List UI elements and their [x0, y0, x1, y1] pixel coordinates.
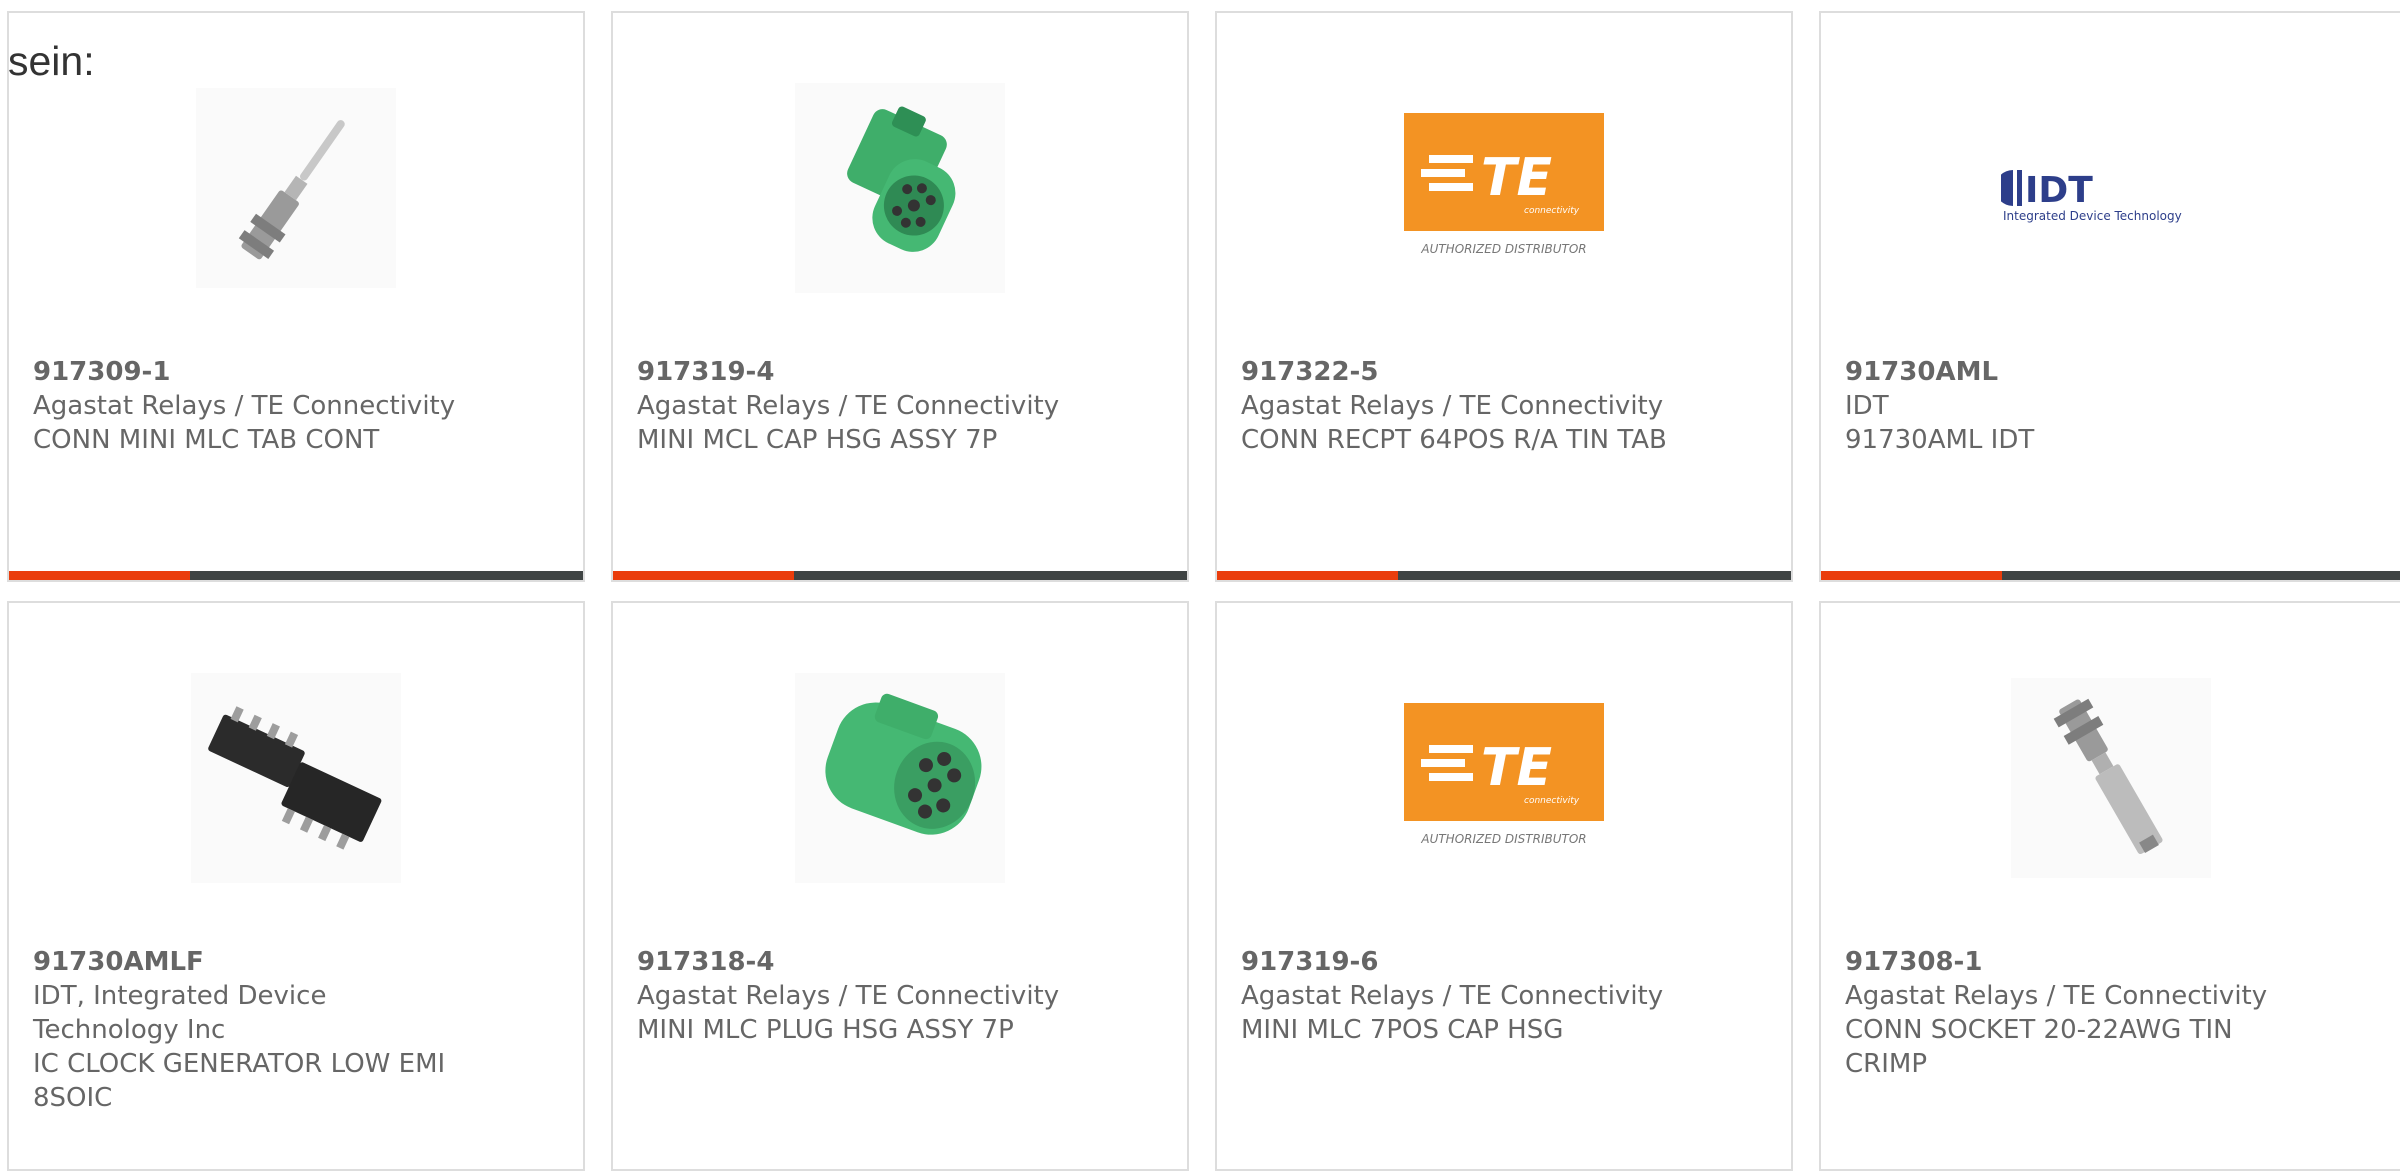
svg-text:AUTHORIZED DISTRIBUTOR: AUTHORIZED DISTRIBUTOR [1420, 242, 1586, 256]
part-number[interactable]: 917309-1 [33, 355, 563, 389]
manufacturer: Agastat Relays / TE Connectivity [637, 981, 1060, 1011]
soic-chip-icon [191, 673, 401, 883]
product-text: 91730AML IDT 91730AML IDT [1845, 355, 2380, 457]
part-number[interactable]: 917308-1 [1845, 945, 2380, 979]
green-connector-cap-icon [795, 83, 1005, 293]
description: MINI MLC PLUG HSG ASSY 7P [637, 1015, 1014, 1045]
product-text: 91730AMLF IDT, Integrated Device Technol… [33, 945, 563, 1115]
description: CONN RECPT 64POS R/A TIN TAB [1241, 425, 1667, 455]
svg-text:connectivity: connectivity [1524, 796, 1580, 806]
product-text: 917308-1 Agastat Relays / TE Connectivit… [1845, 945, 2380, 1081]
product-image[interactable] [613, 673, 1187, 883]
svg-text:TE: TE [1481, 738, 1552, 798]
description: IC CLOCK GENERATOR LOW EMI 8SOIC [33, 1049, 446, 1113]
description: CONN SOCKET 20-22AWG TIN CRIMP [1845, 1015, 2233, 1079]
product-text: 917319-6 Agastat Relays / TE Connectivit… [1241, 945, 1771, 1047]
manufacturer: IDT, Integrated Device Technology Inc [33, 981, 327, 1045]
description: MINI MLC 7POS CAP HSG [1241, 1015, 1564, 1045]
product-text: 917319-4 Agastat Relays / TE Connectivit… [637, 355, 1167, 457]
product-card[interactable]: 917309-1 Agastat Relays / TE Connectivit… [7, 11, 585, 582]
product-image[interactable] [9, 673, 583, 883]
product-card[interactable]: IDT Integrated Device Technology 91730AM… [1819, 11, 2400, 582]
intro-text: sein: [8, 38, 95, 84]
green-connector-plug-icon [795, 673, 1005, 883]
product-card[interactable]: 91730AMLF IDT, Integrated Device Technol… [7, 601, 585, 1171]
te-logo-icon: TE connectivity AUTHORIZED DISTRIBUTOR [1404, 113, 1604, 256]
card-accent-bar [1217, 571, 1791, 580]
product-image[interactable]: IDT Integrated Device Technology [1821, 83, 2400, 293]
part-number[interactable]: 917319-6 [1241, 945, 1771, 979]
product-text: 917309-1 Agastat Relays / TE Connectivit… [33, 355, 563, 457]
product-card[interactable]: TE connectivity AUTHORIZED DISTRIBUTOR 9… [1215, 601, 1793, 1171]
product-text: 917318-4 Agastat Relays / TE Connectivit… [637, 945, 1167, 1047]
manufacturer: Agastat Relays / TE Connectivity [1241, 981, 1664, 1011]
svg-text:connectivity: connectivity [1524, 206, 1580, 216]
product-grid: 917309-1 Agastat Relays / TE Connectivit… [0, 0, 2400, 1171]
product-text: 917322-5 Agastat Relays / TE Connectivit… [1241, 355, 1771, 457]
idt-logo-icon: IDT Integrated Device Technology [2000, 170, 2182, 223]
manufacturer: Agastat Relays / TE Connectivity [33, 391, 456, 421]
product-image[interactable] [613, 83, 1187, 293]
part-number[interactable]: 917319-4 [637, 355, 1167, 389]
product-image[interactable] [1821, 673, 2400, 883]
manufacturer: Agastat Relays / TE Connectivity [637, 391, 1060, 421]
svg-text:Integrated Device Technology: Integrated Device Technology [2003, 209, 2182, 223]
product-card[interactable]: 917319-4 Agastat Relays / TE Connectivit… [611, 11, 1189, 582]
manufacturer: IDT [1845, 391, 1889, 421]
product-card[interactable]: 917308-1 Agastat Relays / TE Connectivit… [1819, 601, 2400, 1171]
crimp-tab-contact-icon [196, 88, 396, 288]
part-number[interactable]: 917318-4 [637, 945, 1167, 979]
card-accent-bar [9, 571, 583, 580]
card-accent-bar [1821, 571, 2400, 580]
product-card[interactable]: TE connectivity AUTHORIZED DISTRIBUTOR 9… [1215, 11, 1793, 582]
description: MINI MCL CAP HSG ASSY 7P [637, 425, 998, 455]
part-number[interactable]: 91730AML [1845, 355, 2380, 389]
product-image[interactable]: TE connectivity AUTHORIZED DISTRIBUTOR [1217, 83, 1791, 293]
product-card[interactable]: 917318-4 Agastat Relays / TE Connectivit… [611, 601, 1189, 1171]
te-logo-icon: TE connectivity AUTHORIZED DISTRIBUTOR [1404, 703, 1604, 846]
svg-text:TE: TE [1481, 148, 1552, 208]
svg-text:AUTHORIZED DISTRIBUTOR: AUTHORIZED DISTRIBUTOR [1420, 832, 1586, 846]
manufacturer: Agastat Relays / TE Connectivity [1241, 391, 1664, 421]
description: CONN MINI MLC TAB CONT [33, 425, 380, 455]
part-number[interactable]: 917322-5 [1241, 355, 1771, 389]
product-image[interactable] [9, 83, 583, 293]
product-image[interactable]: TE connectivity AUTHORIZED DISTRIBUTOR [1217, 673, 1791, 883]
svg-text:IDT: IDT [2025, 170, 2093, 211]
part-number[interactable]: 91730AMLF [33, 945, 563, 979]
description: 91730AML IDT [1845, 425, 2035, 455]
card-accent-bar [613, 571, 1187, 580]
crimp-socket-contact-icon [2010, 678, 2211, 878]
manufacturer: Agastat Relays / TE Connectivity [1845, 981, 2268, 1011]
